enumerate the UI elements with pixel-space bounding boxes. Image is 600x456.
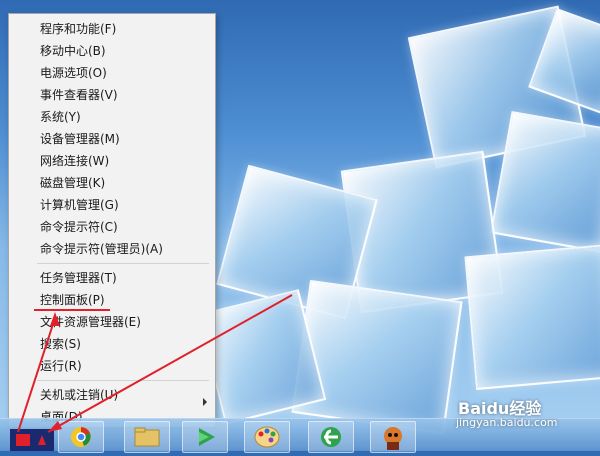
ice-cube <box>291 279 463 435</box>
start-button-icon <box>16 434 46 446</box>
taskbar-app-media-player[interactable] <box>182 421 228 453</box>
menu-item-system[interactable]: 系统(Y) <box>40 107 81 127</box>
taskbar-app-explorer[interactable] <box>124 421 170 453</box>
menu-item-computer-management[interactable]: 计算机管理(G) <box>40 195 119 215</box>
menu-item-mobility-center[interactable]: 移动中心(B) <box>40 41 106 61</box>
menu-item-power-options[interactable]: 电源选项(O) <box>40 63 107 83</box>
menu-item-shutdown-signout[interactable]: 关机或注销(U) <box>40 385 118 405</box>
menu-item-search[interactable]: 搜索(S) <box>40 334 81 354</box>
taskbar-app-chrome[interactable] <box>58 421 104 453</box>
watermark-url: jingyan.baidu.com <box>456 416 558 429</box>
menu-item-device-manager[interactable]: 设备管理器(M) <box>40 129 120 149</box>
menu-item-task-manager[interactable]: 任务管理器(T) <box>40 268 117 288</box>
taskbar-app-paint[interactable] <box>244 421 290 453</box>
media-player-icon <box>199 428 215 446</box>
menu-item-network-connections[interactable]: 网络连接(W) <box>40 151 109 171</box>
start-button[interactable] <box>10 429 54 451</box>
ie-icon <box>321 427 341 447</box>
submenu-arrow-icon <box>203 398 207 406</box>
menu-item-command-prompt[interactable]: 命令提示符(C) <box>40 217 118 237</box>
game-icon <box>384 427 402 450</box>
menu-item-programs-features[interactable]: 程序和功能(F) <box>40 19 116 39</box>
menu-item-file-explorer[interactable]: 文件资源管理器(E) <box>40 312 141 332</box>
menu-separator <box>37 380 209 381</box>
chrome-icon <box>71 427 91 447</box>
menu-item-event-viewer[interactable]: 事件查看器(V) <box>40 85 118 105</box>
menu-item-control-panel[interactable]: 控制面板(P) <box>40 290 105 310</box>
folder-icon <box>134 427 160 447</box>
menu-item-run[interactable]: 运行(R) <box>40 356 82 376</box>
taskbar-app-game[interactable] <box>370 421 416 453</box>
winx-context-menu: 程序和功能(F) 移动中心(B) 电源选项(O) 事件查看器(V) 系统(Y) … <box>8 13 216 428</box>
ice-cube <box>464 243 600 391</box>
menu-separator <box>37 263 209 264</box>
menu-item-disk-management[interactable]: 磁盘管理(K) <box>40 173 105 193</box>
menu-item-command-prompt-admin[interactable]: 命令提示符(管理员)(A) <box>40 239 163 259</box>
paint-icon <box>254 426 280 448</box>
taskbar-app-ie[interactable] <box>308 421 354 453</box>
